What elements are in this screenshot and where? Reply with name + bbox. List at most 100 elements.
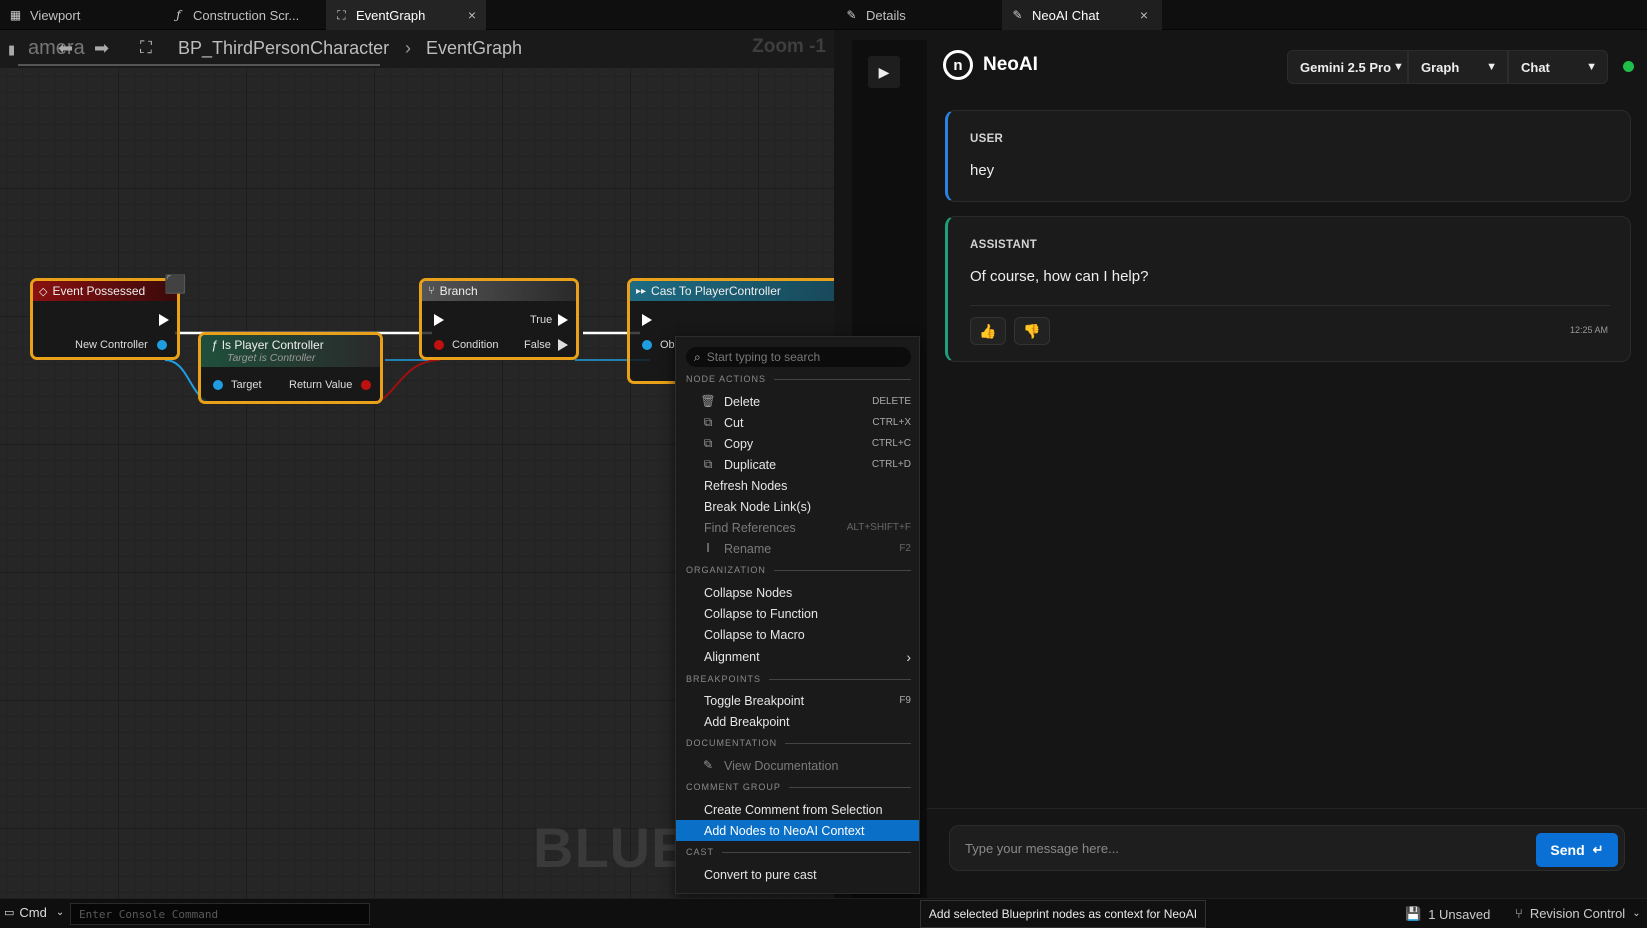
menu-copy[interactable]: ⧉ Copy CTRL+C bbox=[676, 433, 919, 454]
chevron-down-icon: ▼ bbox=[1486, 61, 1497, 73]
chevron-down-icon: ⌄ bbox=[1632, 908, 1641, 919]
save-icon: 💾 bbox=[1405, 906, 1422, 921]
tab-viewport[interactable]: ▦ Viewport bbox=[0, 0, 160, 30]
exec-in-pin[interactable] bbox=[642, 314, 652, 326]
blueprint-watermark: BLUE bbox=[533, 816, 690, 879]
play-button[interactable]: ▶ bbox=[868, 56, 900, 88]
thumbs-up-button[interactable]: 👍 bbox=[970, 317, 1006, 345]
data-pin[interactable] bbox=[213, 380, 223, 390]
menu-add-nodes-to-neoai[interactable]: Add Nodes to NeoAI Context bbox=[676, 820, 919, 841]
cmd-selector[interactable]: ▭ Cmd ⌄ bbox=[4, 905, 64, 920]
close-icon[interactable]: × bbox=[1140, 7, 1148, 23]
console-command-input[interactable] bbox=[70, 903, 370, 925]
section-comment-group: COMMENT GROUP bbox=[686, 781, 911, 793]
message-input[interactable] bbox=[949, 825, 1625, 871]
node-title: Cast To PlayerController bbox=[651, 284, 781, 298]
cast-arrows-icon: ▸▸ bbox=[636, 285, 647, 297]
node-header: ƒ Is Player Controller Target is Controll… bbox=[201, 335, 380, 367]
menu-collapse-to-function[interactable]: Collapse to Function bbox=[676, 603, 919, 624]
branch-icon: ⑂ bbox=[428, 285, 435, 297]
tab-label: Viewport bbox=[30, 7, 81, 23]
tab-eventgraph[interactable]: ⛶ EventGraph × bbox=[326, 0, 486, 30]
section-documentation: DOCUMENTATION bbox=[686, 737, 911, 749]
pin-label: Return Value bbox=[289, 379, 353, 391]
revision-control[interactable]: ⑂ Revision Control ⌄ bbox=[1515, 906, 1641, 921]
node-title: Branch bbox=[439, 284, 478, 298]
rename-icon: Ⅰ bbox=[706, 541, 710, 555]
thumbs-up-icon: 👍 bbox=[979, 322, 997, 339]
thumbs-down-button[interactable]: 👎 bbox=[1014, 317, 1050, 345]
chevron-down-icon: ⌄ bbox=[55, 907, 65, 918]
menu-break-node-links[interactable]: Break Node Link(s) bbox=[676, 496, 919, 517]
node-branch[interactable]: ⑂ Branch True Condition False bbox=[419, 278, 579, 360]
menu-alignment[interactable]: Alignment › bbox=[676, 646, 919, 667]
message-role: ASSISTANT bbox=[970, 239, 1038, 251]
tab-neoai-chat[interactable]: ✎ NeoAI Chat × bbox=[1002, 0, 1162, 30]
chevron-down-icon: ▼ bbox=[1393, 61, 1404, 73]
top-tab-bar: ▦ Viewport ƒ Construction Scr... ⛶ Event… bbox=[0, 0, 1647, 30]
tooltip: Add selected Blueprint nodes as context … bbox=[920, 900, 1206, 928]
user-message: USER hey bbox=[945, 110, 1631, 202]
exec-out-pin[interactable] bbox=[558, 339, 568, 351]
message-timestamp: 12:25 AM bbox=[1569, 325, 1608, 335]
section-breakpoints: BREAKPOINTS bbox=[686, 673, 911, 685]
send-button[interactable]: Send ↵ bbox=[1536, 833, 1618, 867]
menu-duplicate[interactable]: ⧉ Duplicate CTRL+D bbox=[676, 454, 919, 475]
node-title: Is Player Controller bbox=[221, 338, 324, 352]
menu-refresh-nodes[interactable]: Refresh Nodes bbox=[676, 475, 919, 496]
node-header: ▸▸ Cast To PlayerController bbox=[630, 281, 834, 301]
data-pin[interactable] bbox=[642, 340, 652, 350]
menu-add-breakpoint[interactable]: Add Breakpoint bbox=[676, 711, 919, 732]
menu-cut[interactable]: ⧉ Cut CTRL+X bbox=[676, 412, 919, 433]
exec-out-pin[interactable] bbox=[159, 314, 169, 326]
message-text: Of course, how can I help? bbox=[970, 268, 1149, 285]
node-header: ⑂ Branch bbox=[422, 281, 576, 301]
thumbs-down-icon: 👎 bbox=[1023, 322, 1041, 339]
status-bar: ▭ Cmd ⌄ 💾1 Unsaved ⑂Revision Control⌄ bbox=[0, 898, 1647, 928]
tab-label: NeoAI Chat bbox=[1032, 7, 1100, 23]
menu-find-references: Find References ALT+SHIFT+F bbox=[704, 520, 911, 535]
pin-label: True bbox=[530, 314, 553, 326]
cube-icon: ⬛ bbox=[164, 274, 187, 294]
data-pin[interactable] bbox=[361, 380, 371, 390]
pin-label: Condition bbox=[452, 339, 499, 351]
model-select[interactable]: Gemini 2.5 Pro ▼ bbox=[1287, 50, 1408, 84]
tab-label: Construction Scr... bbox=[193, 7, 300, 23]
exec-out-pin[interactable] bbox=[558, 314, 568, 326]
chat-input-area: Send ↵ bbox=[927, 808, 1647, 898]
data-pin[interactable] bbox=[157, 340, 167, 350]
context-search[interactable]: ⌕ Start typing to search bbox=[686, 347, 911, 367]
menu-delete[interactable]: 🗑 Delete DELETE bbox=[676, 391, 919, 412]
tab-details[interactable]: ✎ Details bbox=[836, 0, 996, 30]
node-event-possessed[interactable]: ◇ Event Possessed New Controller bbox=[30, 278, 180, 360]
search-icon: ⌕ bbox=[694, 349, 701, 364]
node-header: ◇ Event Possessed bbox=[33, 281, 177, 301]
assistant-message: ASSISTANT Of course, how can I help? 👍 👎… bbox=[945, 216, 1631, 362]
section-cast: CAST bbox=[686, 846, 911, 858]
pencil-icon: ✎ bbox=[846, 8, 857, 22]
play-icon: ▶ bbox=[878, 63, 890, 80]
function-icon: ƒ bbox=[211, 338, 218, 352]
data-pin[interactable] bbox=[434, 340, 444, 350]
pin-label: Target bbox=[231, 379, 262, 391]
neoai-chat-panel: n NeoAI Gemini 2.5 Pro ▼ Graph ▼ Chat ▼ USE… bbox=[927, 30, 1647, 898]
close-icon[interactable]: × bbox=[468, 7, 476, 23]
exec-in-pin[interactable] bbox=[434, 314, 444, 326]
view-select[interactable]: Chat ▼ bbox=[1508, 50, 1608, 84]
pin-label: New Controller bbox=[75, 339, 148, 351]
chevron-right-icon: › bbox=[906, 648, 911, 665]
mode-select[interactable]: Graph ▼ bbox=[1408, 50, 1508, 84]
tab-construction-script[interactable]: ƒ Construction Scr... bbox=[163, 0, 323, 30]
neoai-logo-icon: n bbox=[943, 50, 973, 80]
cut-icon: ⧉ bbox=[703, 414, 713, 429]
menu-convert-to-pure-cast[interactable]: Convert to pure cast bbox=[676, 864, 919, 885]
menu-toggle-breakpoint[interactable]: Toggle Breakpoint F9 bbox=[676, 690, 919, 711]
menu-create-comment[interactable]: Create Comment from Selection bbox=[676, 799, 919, 820]
menu-collapse-to-macro[interactable]: Collapse to Macro bbox=[676, 624, 919, 645]
duplicate-icon: ⧉ bbox=[703, 456, 713, 471]
menu-collapse-nodes[interactable]: Collapse Nodes bbox=[676, 582, 919, 603]
unsaved-indicator[interactable]: 💾 1 Unsaved bbox=[1405, 906, 1490, 922]
connection-status-dot bbox=[1623, 61, 1634, 72]
node-is-player-controller[interactable]: ƒ Is Player Controller Target is Controll… bbox=[198, 332, 383, 404]
context-menu: ⌕ Start typing to search NODE ACTIONS 🗑 D… bbox=[675, 336, 920, 894]
